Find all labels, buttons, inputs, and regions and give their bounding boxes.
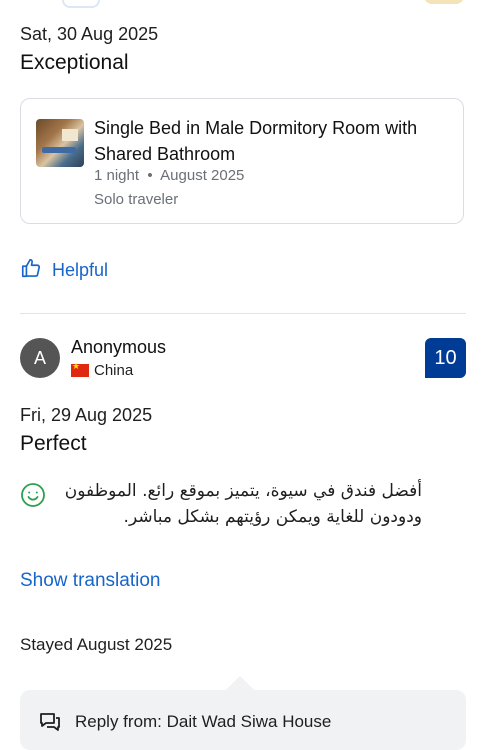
avatar: A — [20, 338, 60, 378]
bullet-separator: • — [143, 167, 157, 184]
reply-heading: Reply from: Dait Wad Siwa House — [75, 712, 332, 731]
partial-icon-top — [62, 0, 100, 8]
room-card[interactable]: Single Bed in Male Dormitory Room with S… — [20, 98, 464, 224]
score-badge: 10 — [425, 338, 466, 378]
helpful-label: Helpful — [52, 260, 109, 280]
reviewer-country: China — [71, 361, 134, 379]
traveler-type: Solo traveler — [94, 191, 179, 208]
chat-bubble-icon — [38, 711, 62, 738]
thumbs-up-icon — [20, 257, 42, 284]
partial-score-badge-top — [424, 0, 464, 4]
review-title: Perfect — [20, 432, 87, 455]
review-date: Fri, 29 Aug 2025 — [20, 405, 153, 425]
review-date: Sat, 30 Aug 2025 — [20, 24, 159, 44]
stayed-date: Stayed August 2025 — [20, 635, 173, 654]
review-text: أفضل فندق في سيوة، يتميز بموقع رائع. الم… — [64, 481, 422, 527]
nights: 1 night — [94, 167, 140, 184]
stay-month: August 2025 — [160, 167, 245, 184]
china-flag-icon — [71, 361, 89, 377]
country-name: China — [94, 362, 134, 379]
reviewer-name: Anonymous — [71, 337, 167, 357]
room-thumbnail — [36, 119, 84, 167]
stay-details: 1 night • August 2025 — [94, 167, 244, 184]
review-title: Exceptional — [20, 51, 129, 74]
divider — [20, 313, 466, 314]
show-translation-link[interactable]: Show translation — [20, 570, 160, 592]
room-name: Single Bed in Male Dormitory Room with S… — [94, 118, 418, 164]
helpful-button[interactable]: Helpful — [20, 257, 108, 284]
